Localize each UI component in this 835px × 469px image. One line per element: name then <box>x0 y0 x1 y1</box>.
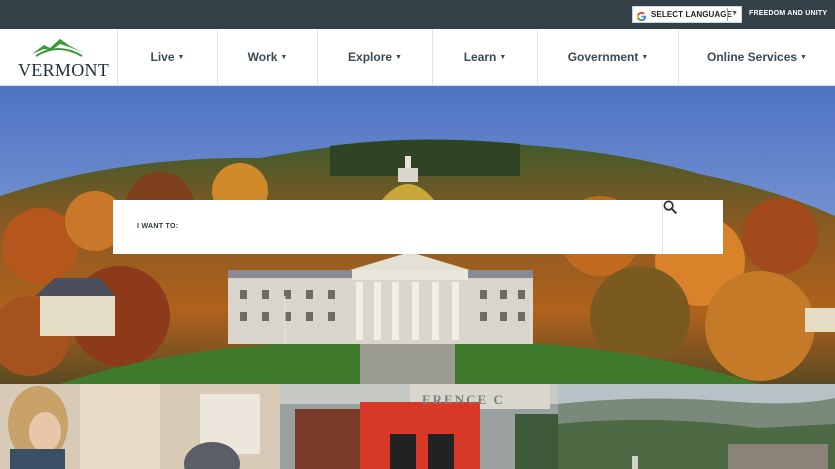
caret-down-icon: ▼ <box>800 53 807 61</box>
nav-label: Government <box>567 50 639 64</box>
search-button[interactable] <box>662 200 723 254</box>
vermont-logo[interactable]: VERMONT <box>0 29 118 85</box>
tile-emergency[interactable]: ERENCE C <box>280 384 558 469</box>
search-panel: I WANT TO: <box>113 200 723 254</box>
nav-live[interactable]: Live ▼ <box>118 29 218 85</box>
nav-label: Online Services <box>707 50 798 64</box>
nav-label: Explore <box>348 50 393 64</box>
caret-down-icon: ▼ <box>177 53 185 61</box>
nav-government[interactable]: Government ▼ <box>538 29 679 85</box>
tile-town-image <box>558 384 835 469</box>
nav-work[interactable]: Work ▼ <box>218 29 318 85</box>
select-language-label: SELECT LANGUAGE <box>651 10 733 19</box>
featured-tiles: ERENCE C <box>0 384 835 469</box>
caret-down-icon: ▼ <box>395 53 402 61</box>
tile-healthcare[interactable] <box>0 384 280 469</box>
utility-bar: SELECT LANGUAGE ▼ FREEDOM AND UNITY <box>0 0 835 29</box>
tile-emergency-image <box>280 384 558 469</box>
google-icon <box>636 9 647 22</box>
tile-healthcare-image <box>0 384 280 469</box>
caret-down-icon: ▼ <box>280 53 288 61</box>
search-label: I WANT TO: <box>137 223 179 230</box>
main-nav: VERMONT Live ▼ Work ▼ Explore ▼ Learn ▼ Gove… <box>0 29 835 86</box>
logo-text: VERMONT <box>18 60 110 80</box>
caret-down-icon: ▼ <box>499 53 507 61</box>
nav-label: Learn <box>463 50 497 64</box>
building-sign-text: ERENCE C <box>422 392 505 407</box>
nav-label: Live <box>150 50 175 64</box>
nav-explore[interactable]: Explore ▼ <box>318 29 433 85</box>
state-motto: FREEDOM AND UNITY <box>749 10 828 17</box>
nav-online-services[interactable]: Online Services ▼ <box>679 29 835 85</box>
search-icon <box>663 200 677 214</box>
search-input[interactable] <box>183 212 653 242</box>
tile-town[interactable] <box>558 384 835 469</box>
divider <box>727 8 728 21</box>
hero-banner: I WANT TO: <box>0 86 835 384</box>
select-language-button[interactable]: SELECT LANGUAGE ▼ <box>632 6 742 23</box>
mountain-icon <box>32 39 84 57</box>
caret-down-icon: ▼ <box>731 10 738 17</box>
nav-label: Work <box>247 50 278 64</box>
nav-learn[interactable]: Learn ▼ <box>433 29 538 85</box>
caret-down-icon: ▼ <box>641 53 649 61</box>
